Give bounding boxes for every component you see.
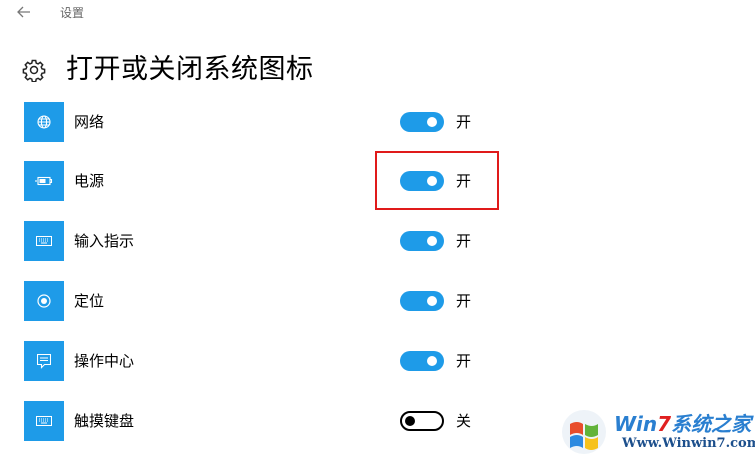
list-item-network: 网络 开: [24, 102, 544, 142]
back-arrow-icon: [17, 6, 30, 18]
item-label: 定位: [74, 292, 105, 310]
gear-icon: [22, 59, 46, 82]
toggle-knob: [427, 296, 437, 306]
highlight-box: [375, 151, 499, 210]
watermark-brand: Win7系统之家: [614, 408, 751, 437]
touch-keyboard-toggle[interactable]: [400, 411, 444, 431]
back-button[interactable]: [12, 1, 36, 23]
watermark-brand-seven: 7: [657, 412, 672, 436]
watermark-brand-prefix: Win: [614, 412, 658, 436]
location-toggle[interactable]: [400, 291, 444, 311]
item-label: 电源: [74, 172, 105, 190]
page-header: 打开或关闭系统图标: [22, 50, 314, 90]
item-label: 输入指示: [74, 232, 135, 250]
item-label: 操作中心: [74, 352, 135, 370]
toggle-knob: [427, 117, 437, 127]
toggle-state-text: 关: [456, 412, 472, 430]
input-indicator-tile: [24, 221, 64, 261]
list-item-touch-keyboard: 触摸键盘 关: [24, 401, 544, 441]
action-center-toggle[interactable]: [400, 351, 444, 371]
location-tile: [24, 281, 64, 321]
action-center-tile: [24, 341, 64, 381]
page-title: 打开或关闭系统图标: [66, 54, 314, 85]
toggle-knob: [405, 416, 415, 426]
action-center-icon: [37, 353, 51, 369]
network-tile: [24, 102, 64, 142]
watermark-url: Www.Winwin7.com: [622, 436, 755, 451]
globe-icon: [37, 115, 51, 129]
touch-keyboard-tile: [24, 401, 64, 441]
watermark-brand-suffix: 系统之家: [671, 412, 752, 436]
touch-keyboard-icon: [36, 416, 52, 426]
toggle-knob: [427, 236, 437, 246]
toggle-state-text: 开: [456, 292, 472, 310]
toggle-state-text: 开: [456, 113, 472, 131]
input-indicator-toggle[interactable]: [400, 231, 444, 251]
title-bar: 设置: [0, 0, 755, 24]
item-label: 触摸键盘: [74, 412, 135, 430]
toggle-state-text: 开: [456, 232, 472, 250]
list-item-action-center: 操作中心 开: [24, 341, 544, 381]
window-title: 设置: [60, 6, 85, 20]
item-label: 网络: [74, 113, 105, 131]
location-icon: [37, 294, 51, 308]
list-item-location: 定位 开: [24, 281, 544, 321]
watermark-logo: Win7系统之家 Www.Winwin7.com: [560, 404, 755, 459]
toggle-knob: [427, 356, 437, 366]
battery-icon: [35, 176, 53, 186]
windows-flag-icon: [562, 410, 606, 454]
toggle-state-text: 开: [456, 352, 472, 370]
network-toggle[interactable]: [400, 112, 444, 132]
power-tile: [24, 161, 64, 201]
list-item-input-indicator: 输入指示 开: [24, 221, 544, 261]
keyboard-icon: [36, 236, 52, 246]
